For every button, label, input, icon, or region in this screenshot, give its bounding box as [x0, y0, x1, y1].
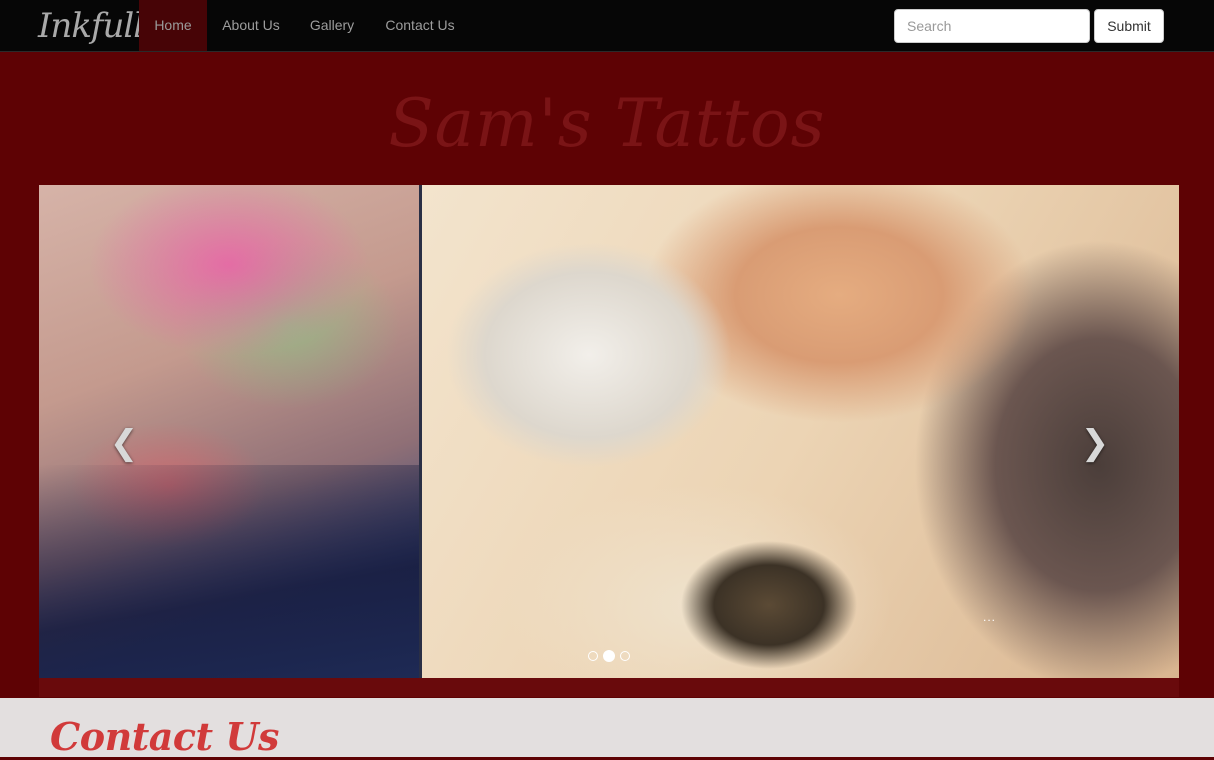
- nav-gallery[interactable]: Gallery: [295, 0, 369, 51]
- brand-logo[interactable]: Inkfull: [38, 6, 144, 46]
- contact-section: Contact Us: [0, 698, 1214, 759]
- slide-ornament: [659, 515, 879, 678]
- image-carousel: ❮ ❯ ...: [39, 185, 1179, 678]
- search-input[interactable]: [894, 9, 1090, 43]
- slide-caption: ...: [983, 610, 997, 624]
- contact-heading: Contact Us: [50, 714, 279, 759]
- page-title: Sam's Tattos: [388, 85, 826, 162]
- carousel-indicator-3[interactable]: [620, 651, 630, 661]
- chevron-left-icon[interactable]: ❮: [104, 423, 144, 463]
- nav-about-us[interactable]: About Us: [207, 0, 295, 51]
- submit-button[interactable]: Submit: [1094, 9, 1164, 43]
- navbar: Inkfull Home About Us Gallery Contact Us…: [0, 0, 1214, 52]
- carousel-indicator-1[interactable]: [588, 651, 598, 661]
- nav-contact-us[interactable]: Contact Us: [369, 0, 471, 51]
- carousel-indicator-2[interactable]: [603, 650, 615, 662]
- nav-home[interactable]: Home: [139, 0, 207, 51]
- slide-image-arm-tattoo: [39, 185, 419, 678]
- chevron-right-icon[interactable]: ❯: [1075, 423, 1115, 463]
- carousel-indicators: [588, 650, 630, 663]
- slide-shadow: [39, 465, 419, 678]
- slide-image-portrait-drawing: [419, 185, 1179, 678]
- carousel-footer-strip: [39, 678, 1179, 697]
- slide-divider: [419, 185, 422, 678]
